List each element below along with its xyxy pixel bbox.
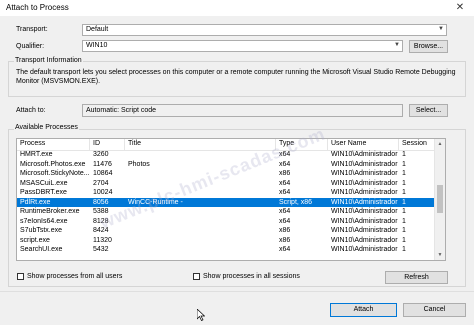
column-id[interactable]: ID [93,140,100,147]
cell-type: x64 [279,160,291,168]
transport-value: Default [86,26,109,33]
cell-type: x64 [279,189,291,196]
cell-process: S7ubTstx.exe [20,227,63,234]
checkbox-box[interactable] [17,273,24,280]
cell-process: PassDBRT.exe [20,189,67,196]
cell-session: 1 [402,151,406,158]
select-button[interactable]: Select... [409,104,448,117]
checkbox-box[interactable] [193,273,200,280]
column-title[interactable]: Title [128,140,141,147]
show-all-sessions-checkbox[interactable]: Show processes in all sessions [193,273,300,280]
cell-user-name: WIN10\Administrador [331,189,398,196]
cell-id: 3260 [93,151,109,158]
chevron-down-icon: ▼ [438,26,444,32]
transport-select[interactable]: Default ▼ [82,24,447,36]
attach-to-field: Automatic: Script code [82,104,403,117]
cell-id: 10024 [93,189,113,196]
qualifier-value: WIN10 [86,42,108,49]
cancel-button[interactable]: Cancel [403,303,466,317]
attach-to-label: Attach to: [16,107,46,114]
cell-type: x64 [279,208,291,215]
cell-process: RuntimeBroker.exe [20,208,80,215]
browse-button[interactable]: Browse... [409,40,448,53]
table-row[interactable]: SearchUI.exe 5432 x64 WIN10\Administrador 1 [17,245,435,255]
cell-type: x86 [279,170,291,177]
table-row[interactable]: RuntimeBroker.exe 5388 x64 WIN10\Administra… [17,207,435,217]
cell-user-name: WIN10\Administrador [331,151,398,158]
cell-session: 1 [402,160,406,168]
mouse-cursor-icon [197,309,205,321]
cell-user-name: WIN10\Administrador [331,198,398,206]
title-bar: Attach to Process ✕ [0,0,474,16]
attach-to-value: Automatic: Script code [86,107,157,114]
cell-process: Microsoft.StickyNote... [20,170,90,177]
show-all-users-label: Show processes from all users [27,273,123,280]
transport-label: Transport: [16,26,48,33]
cell-user-name: WIN10\Administrador [331,227,398,234]
scroll-down-icon[interactable]: ▼ [435,250,445,260]
scroll-up-icon[interactable]: ▲ [435,139,445,149]
cell-user-name: WIN10\Administrador [331,236,398,244]
cell-id: 10864 [93,170,113,177]
qualifier-input[interactable]: WIN10 ▼ [82,40,403,52]
cell-session: 1 [402,179,406,187]
window-title: Attach to Process [6,3,69,12]
close-icon[interactable]: ✕ [446,0,474,16]
cell-type: x86 [279,227,291,234]
cell-process: PdlRt.exe [20,198,51,206]
transport-information-text: The default transport lets you select pr… [16,69,456,85]
table-row[interactable]: PassDBRT.exe 10024 x64 WIN10\Administrador 1 [17,188,435,198]
cell-id: 2704 [93,179,109,187]
column-process[interactable]: Process [20,140,45,147]
cell-user-name: WIN10\Administrador [331,170,398,177]
cell-user-name: WIN10\Administrador [331,246,398,253]
cell-user-name: WIN10\Administrador [331,160,398,168]
show-all-users-checkbox[interactable]: Show processes from all users [17,273,122,280]
chevron-down-icon: ▼ [394,42,400,48]
cell-session: 1 [402,217,406,225]
cell-type: x86 [279,236,291,244]
cell-process: Microsoft.Photos.exe [20,160,86,168]
available-processes-title: Available Processes [14,124,79,131]
cell-process: s7eIonIs64.exe [20,217,68,225]
cell-session: 1 [402,236,406,244]
cell-session: 1 [402,198,406,206]
cell-user-name: WIN10\Administrador [331,179,398,187]
cell-session: 1 [402,189,406,196]
scroll-thumb[interactable] [437,185,443,213]
cell-user-name: WIN10\Administrador [331,217,398,225]
table-row[interactable]: HMRT.exe 3260 x64 WIN10\Administrador 1 [17,150,435,160]
cell-process: script.exe [20,236,50,244]
process-table[interactable]: Process ID Title Type User Name Session … [16,138,446,261]
qualifier-label: Qualifier: [16,43,45,50]
cell-session: 1 [402,246,406,253]
attach-button[interactable]: Attach [330,303,397,317]
table-row[interactable]: script.exe 11320 x86 WIN10\Administrador 1 [17,236,435,246]
table-row[interactable]: s7eIonIs64.exe 8128 x64 WIN10\Administrador… [17,217,435,227]
cell-id: 11320 [93,236,112,244]
show-all-sessions-label: Show processes in all sessions [203,273,300,280]
cell-type: x64 [279,217,291,225]
vertical-scrollbar[interactable]: ▲ ▼ [434,139,445,260]
cell-session: 1 [402,170,406,177]
cell-id: 11476 [93,160,112,168]
column-user-name[interactable]: User Name [331,140,366,147]
refresh-button[interactable]: Refresh [385,271,448,284]
cell-type: x64 [279,179,291,187]
cell-user-name: WIN10\Administrador [331,208,398,215]
cell-process: MSASCuiL.exe [20,179,68,187]
cell-id: 5432 [93,246,109,253]
column-session[interactable]: Session [402,140,427,147]
transport-information-title: Transport Information [14,57,83,64]
cell-process: SearchUI.exe [20,246,63,253]
cell-type: Script, x86 [279,198,313,206]
cell-process: HMRT.exe [20,151,53,158]
table-row[interactable]: S7ubTstx.exe 8424 x86 WIN10\Administrador 1 [17,226,435,236]
cell-type: x64 [279,246,291,253]
table-row[interactable]: PdlRt.exe 8056 WinCC-Runtime - Script, x86 W… [17,197,435,207]
cell-session: 1 [402,208,406,215]
cell-session: 1 [402,227,406,234]
